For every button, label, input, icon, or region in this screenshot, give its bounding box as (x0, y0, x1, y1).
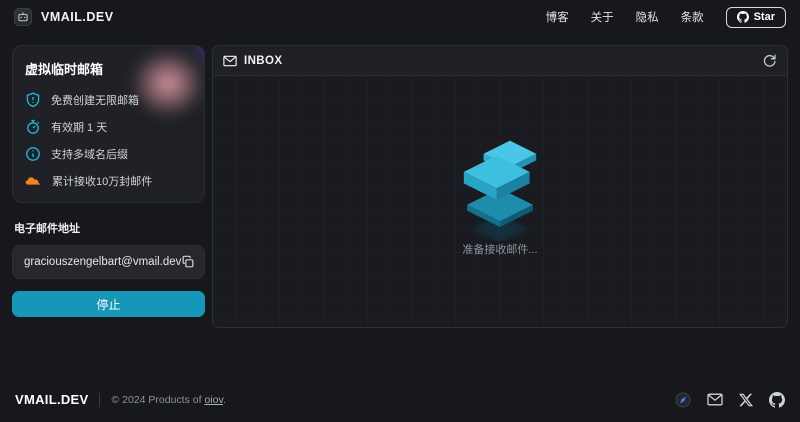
inbox-panel: INBOX (212, 45, 788, 328)
isometric-box-illustration (452, 139, 548, 241)
feature-text: 有效期 1 天 (51, 119, 107, 135)
feature-domains: 支持多域名后缀 (25, 145, 192, 162)
cloudflare-icon (25, 174, 42, 188)
github-link[interactable] (769, 392, 785, 408)
feature-validity: 有效期 1 天 (25, 118, 192, 135)
envelope-icon (707, 393, 723, 406)
nav-link-privacy[interactable]: 隐私 (636, 9, 659, 25)
feature-text: 累计接收10万封邮件 (52, 173, 152, 189)
top-bar: VMAIL.DEV 博客 关于 隐私 条款 Star (0, 0, 800, 34)
footer-copyright: © 2024 Products of oiov. (111, 394, 225, 406)
footer-left: VMAIL.DEV © 2024 Products of oiov. (15, 392, 226, 407)
copyright-text: © 2024 Products of (111, 394, 204, 406)
nav-link-blog[interactable]: 博客 (546, 9, 569, 25)
x-twitter-link[interactable] (739, 393, 753, 407)
copy-email-button[interactable] (181, 255, 195, 269)
mailbox-info-card: 虚拟临时邮箱 免费创建无限邮箱 (12, 45, 205, 203)
email-address-value: graciouszengelbart@vmail.dev (24, 256, 181, 268)
refresh-icon (762, 53, 777, 68)
email-address-box: graciouszengelbart@vmail.dev (12, 245, 205, 279)
main-content: 虚拟临时邮箱 免费创建无限邮箱 (12, 45, 788, 328)
envelope-icon (223, 55, 237, 67)
email-link[interactable] (707, 393, 723, 406)
footer: VMAIL.DEV © 2024 Products of oiov. (0, 377, 800, 422)
oiov-link[interactable]: oiov (204, 394, 222, 406)
email-address-label: 电子邮件地址 (14, 220, 203, 236)
feature-text: 免费创建无限邮箱 (51, 92, 139, 108)
compass-link[interactable] (675, 392, 691, 408)
empty-state: 准备接收邮件... (452, 139, 548, 257)
inbox-body: 准备接收邮件... (213, 76, 787, 327)
inbox-title-label: INBOX (244, 55, 282, 67)
top-nav: 博客 关于 隐私 条款 Star (546, 7, 786, 28)
copyright-suffix: . (223, 394, 226, 406)
nav-link-terms[interactable]: 条款 (681, 9, 704, 25)
brand[interactable]: VMAIL.DEV (14, 8, 114, 26)
empty-state-text: 准备接收邮件... (462, 241, 537, 257)
feature-unlimited: 免费创建无限邮箱 (25, 91, 192, 108)
github-icon (737, 11, 749, 23)
shield-icon (25, 92, 41, 108)
github-star-button[interactable]: Star (726, 7, 786, 28)
page: VMAIL.DEV 博客 关于 隐私 条款 Star 虚拟临时邮箱 (0, 0, 800, 422)
inbox-title: INBOX (223, 55, 282, 67)
timer-icon (25, 119, 41, 135)
github-icon (769, 392, 785, 408)
feature-text: 支持多域名后缀 (51, 146, 128, 162)
nav-link-about[interactable]: 关于 (591, 9, 614, 25)
card-title: 虚拟临时邮箱 (25, 59, 192, 78)
refresh-button[interactable] (762, 53, 777, 68)
stop-button[interactable]: 停止 (12, 291, 205, 317)
brand-title: VMAIL.DEV (41, 10, 114, 24)
feature-received-count: 累计接收10万封邮件 (25, 172, 192, 189)
footer-social-icons (675, 392, 785, 408)
robot-logo-icon (14, 8, 32, 26)
inbox-header: INBOX (213, 46, 787, 76)
copy-icon (181, 255, 195, 269)
info-circle-icon (25, 146, 41, 162)
footer-divider (99, 393, 100, 407)
sidebar: 虚拟临时邮箱 免费创建无限邮箱 (12, 45, 205, 328)
footer-brand: VMAIL.DEV (15, 392, 88, 407)
x-icon (739, 393, 753, 407)
star-button-label: Star (754, 11, 775, 23)
compass-icon (675, 392, 691, 408)
